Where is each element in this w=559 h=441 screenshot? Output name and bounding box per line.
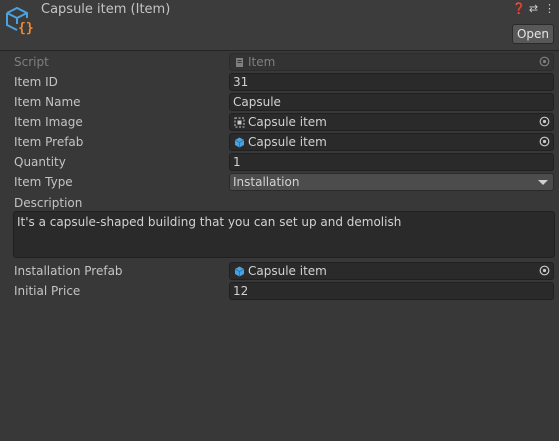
initial-price-label: Initial Price (14, 284, 81, 298)
item-id-input[interactable]: 31 (229, 73, 554, 91)
object-picker-icon[interactable] (539, 116, 550, 127)
installation-prefab-value: Capsule item (248, 264, 327, 278)
script-row: Script Item (0, 52, 559, 72)
preset-icon[interactable]: ⇄ (528, 2, 539, 15)
item-image-row: Item Image Capsule item (0, 112, 559, 132)
description-label: Description (14, 196, 83, 210)
scriptable-object-icon: {} (6, 6, 34, 36)
item-type-value: Installation (233, 175, 300, 189)
sprite-icon (234, 117, 245, 128)
item-image-field[interactable]: Capsule item (229, 113, 554, 131)
object-picker-icon[interactable] (539, 265, 550, 276)
item-id-row: Item ID 31 (0, 72, 559, 92)
description-textarea[interactable]: It's a capsule-shaped building that you … (13, 211, 555, 258)
script-label: Script (14, 55, 49, 69)
help-icon[interactable]: ❓ (512, 2, 526, 15)
item-prefab-row: Item Prefab Capsule item (0, 132, 559, 152)
script-field: Item (229, 53, 554, 71)
initial-price-input[interactable]: 12 (229, 282, 554, 300)
item-type-row: Item Type Installation (0, 172, 559, 192)
dropdown-arrow-icon (538, 180, 548, 185)
object-picker-icon (539, 56, 550, 67)
item-image-label: Item Image (14, 115, 83, 129)
item-prefab-field[interactable]: Capsule item (229, 133, 554, 151)
script-file-icon (236, 58, 243, 67)
quantity-input[interactable]: 1 (229, 153, 554, 171)
more-menu-icon[interactable]: ⋮ (544, 2, 555, 15)
installation-prefab-row: Installation Prefab Capsule item (0, 261, 559, 281)
object-picker-icon[interactable] (539, 136, 550, 147)
asset-title: Capsule item (Item) (41, 2, 171, 17)
script-value: Item (248, 55, 276, 69)
inspector-header: {} Capsule item (Item) ❓ ⇄ ⋮ Open (0, 0, 559, 51)
installation-prefab-label: Installation Prefab (14, 264, 123, 278)
quantity-row: Quantity 1 (0, 152, 559, 172)
description-row: Description (0, 193, 559, 213)
item-type-label: Item Type (14, 175, 73, 189)
item-id-label: Item ID (14, 75, 58, 89)
quantity-label: Quantity (14, 155, 66, 169)
svg-text:{}: {} (18, 21, 34, 36)
item-prefab-value: Capsule item (248, 135, 327, 149)
item-image-value: Capsule item (248, 115, 327, 129)
item-name-row: Item Name Capsule (0, 92, 559, 112)
initial-price-row: Initial Price 12 (0, 281, 559, 301)
item-prefab-label: Item Prefab (14, 135, 84, 149)
prefab-icon (234, 266, 245, 277)
installation-prefab-field[interactable]: Capsule item (229, 262, 554, 280)
item-type-dropdown[interactable]: Installation (229, 173, 554, 191)
open-button[interactable]: Open (512, 24, 554, 44)
prefab-icon (234, 137, 245, 148)
item-name-input[interactable]: Capsule (229, 93, 554, 111)
item-name-label: Item Name (14, 95, 81, 109)
